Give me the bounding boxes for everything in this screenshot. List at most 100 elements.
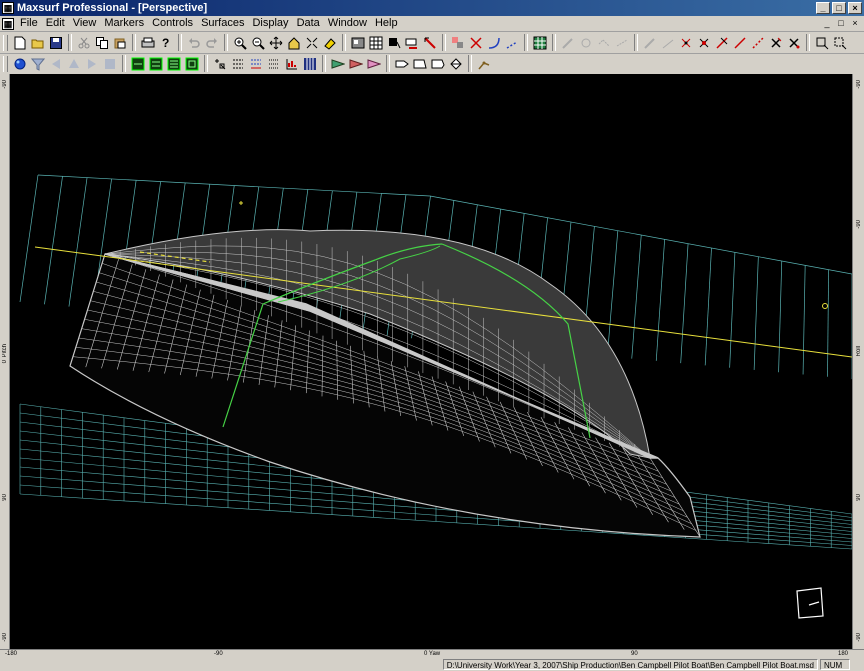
hull-surface[interactable] — [69, 229, 701, 538]
pan-icon[interactable] — [268, 35, 284, 51]
undo-icon[interactable] — [186, 35, 202, 51]
toolbar-grip[interactable] — [3, 55, 8, 72]
grid-line — [704, 248, 712, 366]
marker-icon[interactable] — [386, 35, 402, 51]
filter-icon[interactable] — [30, 56, 46, 72]
profile-icon[interactable] — [148, 56, 164, 72]
menu-surfaces[interactable]: Surfaces — [197, 16, 248, 31]
menu-file[interactable]: File — [16, 16, 42, 31]
menu-markers[interactable]: Markers — [100, 16, 148, 31]
cut-icon[interactable] — [76, 35, 92, 51]
surface-2-icon[interactable] — [348, 56, 364, 72]
chart-icon[interactable] — [284, 56, 300, 72]
arrow-icon[interactable] — [476, 56, 492, 72]
lasso-icon[interactable] — [532, 35, 548, 51]
red-line-icon[interactable] — [678, 35, 694, 51]
pen-icon[interactable] — [504, 35, 520, 51]
maxsurf-app-icon[interactable]: ▦ — [2, 2, 14, 14]
pencil-icon[interactable] — [596, 35, 612, 51]
doc-minimize-button[interactable]: _ — [821, 18, 833, 29]
point-icon[interactable] — [614, 35, 630, 51]
section-3-icon[interactable] — [430, 56, 446, 72]
save-icon[interactable] — [48, 35, 64, 51]
flip-icon[interactable] — [786, 35, 802, 51]
zoom-in-icon[interactable] — [232, 35, 248, 51]
section-1-icon[interactable] — [394, 56, 410, 72]
pitch-ruler[interactable]: -90 Pitch 0 90 -90 — [0, 74, 10, 649]
roll-tick: -90 — [856, 220, 862, 229]
toolbar-separator — [204, 55, 208, 72]
zoom-window-icon[interactable] — [750, 35, 766, 51]
delete-point-icon[interactable] — [660, 35, 676, 51]
title-bar: ▦ Maxsurf Professional - [Perspective] _… — [0, 0, 864, 16]
ruler-icon[interactable] — [578, 35, 594, 51]
menu-controls[interactable]: Controls — [148, 16, 197, 31]
resize-grip[interactable] — [852, 659, 864, 670]
menu-view[interactable]: View — [69, 16, 101, 31]
plan-icon[interactable] — [166, 56, 182, 72]
copy-icon[interactable] — [94, 35, 110, 51]
curvature-icon[interactable] — [248, 56, 264, 72]
document-icon[interactable]: ▦ — [2, 17, 14, 30]
body-plan-icon[interactable] — [130, 56, 146, 72]
shrink-icon[interactable] — [304, 35, 320, 51]
perspective-icon[interactable] — [184, 56, 200, 72]
home-view-icon[interactable] — [286, 35, 302, 51]
bond-icon[interactable] — [714, 35, 730, 51]
zoom-previous-icon[interactable] — [768, 35, 784, 51]
redo-icon[interactable] — [204, 35, 220, 51]
close-button[interactable]: × — [848, 2, 862, 14]
doc-close-button[interactable]: × — [849, 18, 861, 29]
show-hide-icon[interactable] — [322, 35, 338, 51]
doc-restore-button[interactable]: □ — [835, 18, 847, 29]
compact-icon[interactable] — [696, 35, 712, 51]
yaw-ruler[interactable]: -180 -90 0 Yaw 90 180 — [0, 649, 864, 658]
surface-shade-icon[interactable] — [368, 35, 384, 51]
menu-help[interactable]: Help — [371, 16, 402, 31]
grid-spacing-icon[interactable] — [486, 35, 502, 51]
bonded-edge-icon[interactable] — [404, 35, 420, 51]
menu-window[interactable]: Window — [324, 16, 371, 31]
move-icon[interactable] — [422, 35, 438, 51]
menu-edit[interactable]: Edit — [42, 16, 69, 31]
curve-icon[interactable] — [468, 35, 484, 51]
maximize-button[interactable]: □ — [832, 2, 846, 14]
line-icon[interactable] — [450, 35, 466, 51]
new-file-icon[interactable] — [12, 35, 28, 51]
unbond-icon[interactable] — [732, 35, 748, 51]
minimize-button[interactable]: _ — [816, 2, 830, 14]
menu-data[interactable]: Data — [293, 16, 324, 31]
roll-tick: -90 — [856, 633, 862, 642]
areas-icon[interactable] — [266, 56, 282, 72]
view-right-icon[interactable] — [84, 56, 100, 72]
view-left-icon[interactable] — [48, 56, 64, 72]
hull-wireframe[interactable] — [10, 74, 852, 649]
perspective-viewport[interactable] — [10, 74, 852, 649]
contours-icon[interactable] — [212, 56, 228, 72]
brush-icon[interactable] — [560, 35, 576, 51]
menu-display[interactable]: Display — [248, 16, 292, 31]
select-region-icon[interactable] — [814, 35, 830, 51]
section-2-icon[interactable] — [412, 56, 428, 72]
grid-line — [827, 269, 829, 377]
help-cursor-icon[interactable]: ? — [158, 35, 174, 51]
axis-orientation-icon[interactable] — [795, 587, 825, 619]
sphere-icon[interactable] — [12, 56, 28, 72]
surface-1-icon[interactable] — [330, 56, 346, 72]
render-icon[interactable] — [350, 35, 366, 51]
select-previous-icon[interactable] — [832, 35, 848, 51]
zoom-out-icon[interactable] — [250, 35, 266, 51]
view-up-icon[interactable] — [66, 56, 82, 72]
table-icon[interactable] — [302, 56, 318, 72]
print-icon[interactable] — [140, 35, 156, 51]
toolbar-grip[interactable] — [3, 34, 8, 51]
view-toolbar — [0, 53, 864, 75]
roll-ruler[interactable]: -90 -90 Roll 90 -90 — [852, 74, 864, 649]
add-point-icon[interactable] — [642, 35, 658, 51]
net-icon[interactable] — [230, 56, 246, 72]
view-down-icon[interactable] — [102, 56, 118, 72]
open-folder-icon[interactable] — [30, 35, 46, 51]
surface-3-icon[interactable] — [366, 56, 382, 72]
section-4-icon[interactable] — [448, 56, 464, 72]
paste-icon[interactable] — [112, 35, 128, 51]
